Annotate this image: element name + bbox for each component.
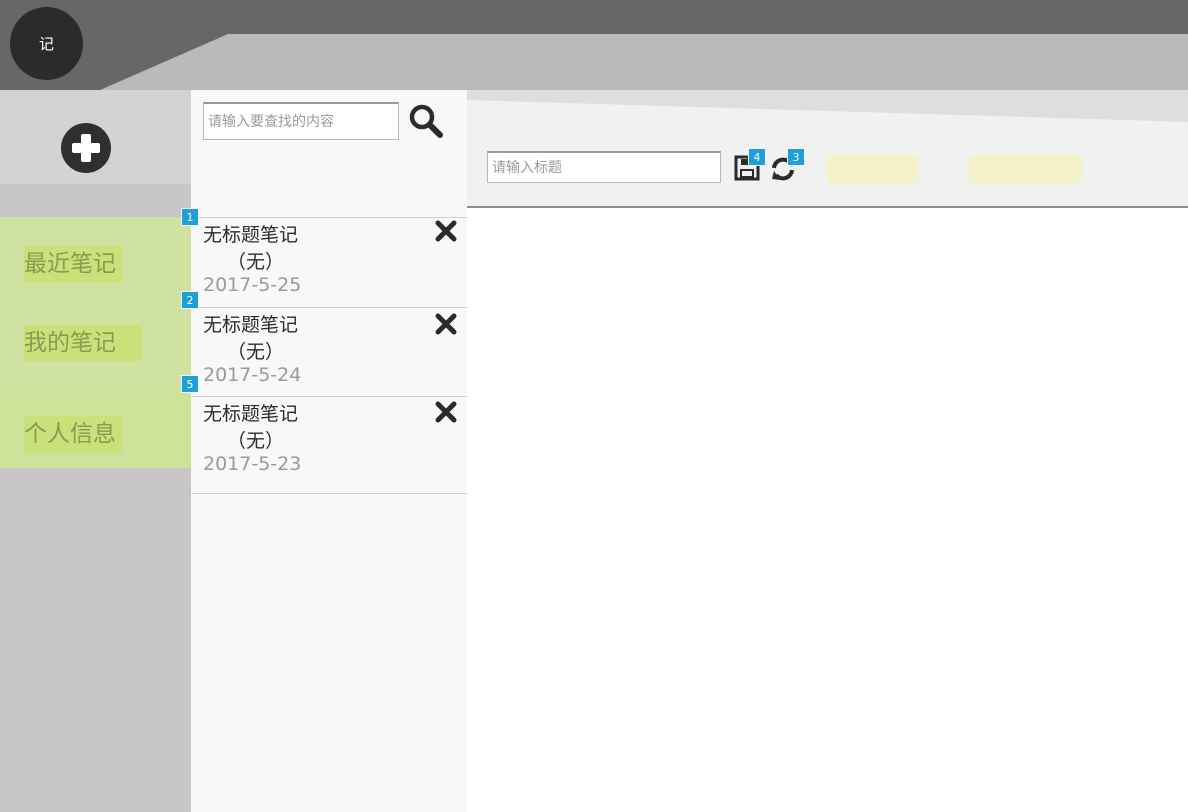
note-date: 2017-5-23 — [203, 453, 302, 475]
note-list-item[interactable]: 1 无标题笔记 （无） 2017-5-25 — [181, 208, 467, 307]
note-badge: 5 — [181, 375, 199, 393]
note-title: 无标题笔记 — [203, 224, 299, 246]
sidebar: 最近笔记 我的笔记 个人信息 — [0, 90, 191, 812]
editor-toolbar-shape — [467, 90, 1188, 122]
sidebar-item-my-notes[interactable]: 我的笔记 — [0, 297, 191, 387]
note-date: 2017-5-25 — [203, 274, 302, 296]
note-title-input[interactable] — [487, 151, 721, 183]
add-note-area — [0, 90, 191, 184]
note-date: 2017-5-24 — [203, 364, 302, 386]
note-list-panel: 1 无标题笔记 （无） 2017-5-25 2 无标题笔记 （无） 2017-5… — [181, 90, 468, 812]
sidebar-item-label: 个人信息 — [24, 416, 122, 452]
note-title: 无标题笔记 — [203, 403, 299, 425]
note-badge: 2 — [181, 291, 199, 309]
close-icon[interactable] — [435, 220, 457, 242]
editor-toolbar: 4 3 — [467, 90, 1188, 208]
search-icon[interactable] — [409, 104, 443, 138]
sidebar-item-label: 最近笔记 — [24, 246, 122, 282]
app-header: 记 — [0, 0, 1188, 90]
app-logo[interactable]: 记 — [10, 7, 83, 80]
note-content-editor[interactable] — [467, 208, 1188, 812]
sidebar-item-profile[interactable]: 个人信息 — [0, 387, 191, 468]
plus-circle-icon[interactable] — [61, 123, 111, 173]
sidebar-item-recent-notes[interactable]: 最近笔记 — [0, 217, 191, 297]
editor-action-button-1[interactable] — [827, 155, 918, 183]
close-icon[interactable] — [435, 401, 457, 423]
sidebar-nav: 最近笔记 我的笔记 个人信息 — [0, 217, 191, 468]
note-summary: （无） — [227, 430, 285, 452]
header-diagonal-shape — [0, 34, 228, 90]
note-badge: 1 — [181, 208, 199, 226]
editor-action-button-2[interactable] — [969, 155, 1082, 183]
note-list: 1 无标题笔记 （无） 2017-5-25 2 无标题笔记 （无） 2017-5… — [181, 208, 467, 494]
note-title: 无标题笔记 — [203, 314, 299, 336]
search-input[interactable] — [203, 102, 399, 140]
refresh-badge: 3 — [787, 148, 805, 166]
sidebar-item-label: 我的笔记 — [24, 325, 142, 361]
note-summary: （无） — [227, 341, 285, 363]
note-summary: （无） — [227, 251, 285, 273]
note-list-item[interactable]: 5 无标题笔记 （无） 2017-5-23 — [181, 375, 467, 494]
save-badge: 4 — [748, 148, 766, 166]
note-list-item[interactable]: 2 无标题笔记 （无） 2017-5-24 — [181, 291, 467, 396]
close-icon[interactable] — [435, 313, 457, 335]
